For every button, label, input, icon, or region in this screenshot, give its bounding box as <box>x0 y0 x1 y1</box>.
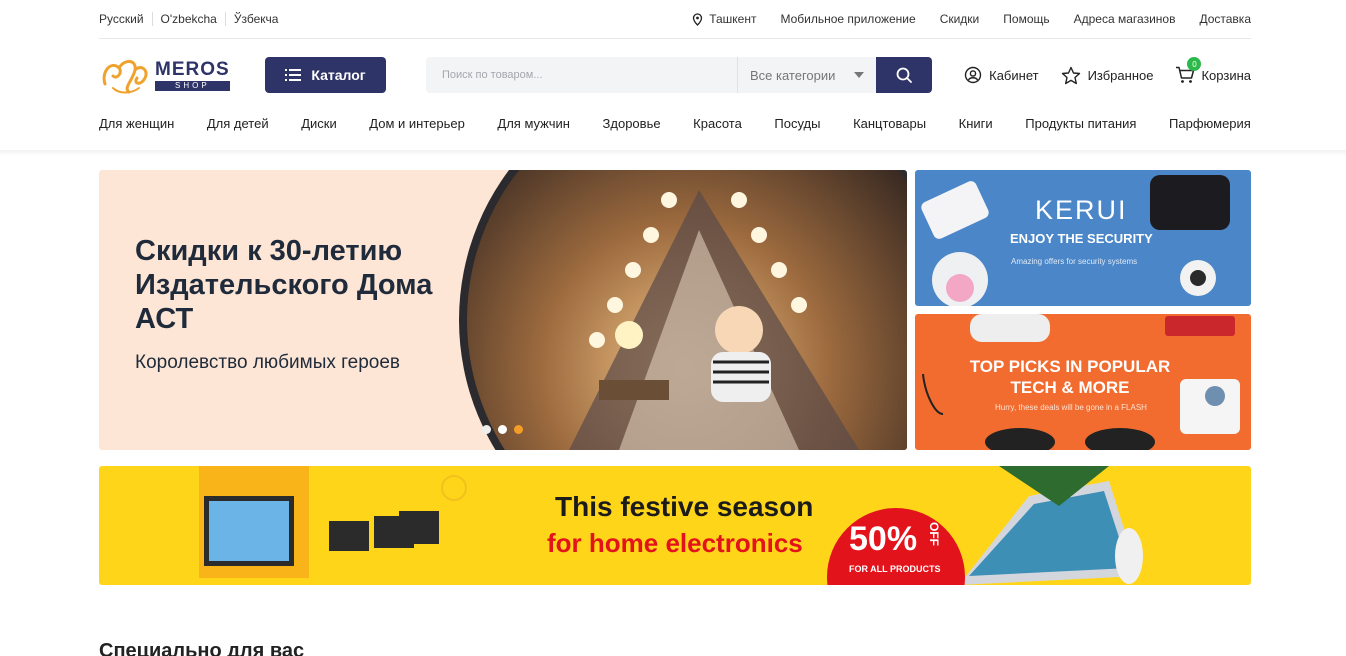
account-label: Кабинет <box>989 67 1039 83</box>
category-kids[interactable]: Для детей <box>207 116 269 131</box>
kerui-note: Amazing offers for security systems <box>1011 257 1138 266</box>
main-header: MEROS SHOP Каталог Все категории Кабинет… <box>99 39 1251 111</box>
category-discs[interactable]: Диски <box>301 116 337 131</box>
category-stationery[interactable]: Канцтовары <box>853 116 926 131</box>
category-food[interactable]: Продукты питания <box>1025 116 1136 131</box>
logo-text: MEROS SHOP <box>155 58 230 91</box>
star-icon <box>1061 66 1080 84</box>
cart-label: Корзина <box>1201 67 1251 83</box>
lang-russian[interactable]: Русский <box>99 12 152 26</box>
search-icon <box>896 67 912 83</box>
category-dishes[interactable]: Посуды <box>774 116 820 131</box>
section-title: Специально для вас <box>99 640 305 656</box>
language-switcher: Русский O'zbekcha Ўзбекча <box>99 12 286 26</box>
city-selector[interactable]: Ташкент <box>692 12 756 26</box>
logo-main-text: MEROS <box>155 58 230 80</box>
category-men[interactable]: Для мужчин <box>497 116 570 131</box>
hero-text: Скидки к 30-летию Издательского Дома АСТ… <box>135 234 455 374</box>
link-mobile-app[interactable]: Мобильное приложение <box>780 12 915 26</box>
lang-uzbek-cyrillic[interactable]: Ўзбекча <box>224 12 287 26</box>
slider-dot[interactable] <box>482 425 491 434</box>
list-menu-icon <box>285 69 302 81</box>
category-beauty[interactable]: Красота <box>693 116 742 131</box>
category-perfume[interactable]: Парфюмерия <box>1169 116 1251 131</box>
link-store-addresses[interactable]: Адреса магазинов <box>1074 12 1176 26</box>
catalog-button[interactable]: Каталог <box>265 57 386 93</box>
search-bar: Все категории <box>426 57 932 93</box>
hero-subtitle: Королевство любимых героев <box>135 352 401 373</box>
electronics-promo-banner[interactable]: This festive season for home electronics… <box>99 466 1251 585</box>
lang-uzbek-latin[interactable]: O'zbekcha <box>151 12 225 26</box>
slider-dot-active[interactable] <box>514 425 523 434</box>
tech-picks-title: TOP PICKS IN POPULAR TECH & MORE <box>969 357 1171 397</box>
header-shadow <box>0 150 1346 156</box>
kerui-title: KERUI <box>1035 195 1128 225</box>
cart-count-badge: 0 <box>1187 57 1202 71</box>
promo-subheadline: for home electronics <box>547 528 803 558</box>
category-books[interactable]: Книги <box>959 116 993 131</box>
link-discounts[interactable]: Скидки <box>940 12 980 26</box>
account-link[interactable]: Кабинет <box>964 66 1039 84</box>
user-icon <box>964 66 982 84</box>
discount-off: OFF <box>927 522 941 546</box>
logo-emblem-icon <box>102 60 148 94</box>
category-women[interactable]: Для женщин <box>99 116 174 131</box>
search-button[interactable] <box>876 57 932 93</box>
slider-dots <box>482 425 523 434</box>
category-home-interior[interactable]: Дом и интерьер <box>369 116 465 131</box>
promo-headline: This festive season <box>555 491 814 522</box>
favorites-link[interactable]: Избранное <box>1061 66 1154 85</box>
slider-dot[interactable] <box>498 425 507 434</box>
category-health[interactable]: Здоровье <box>603 116 661 131</box>
electronics-promo-image <box>199 466 1143 585</box>
favorites-label: Избранное <box>1087 67 1154 83</box>
discount-percent: 50% <box>849 520 918 558</box>
search-category-value: Все категории <box>750 67 836 83</box>
header-actions: Кабинет Избранное 0 Корзина <box>964 57 1251 85</box>
tech-picks-note: Hurry, these deals will be gone in a FLA… <box>995 403 1147 412</box>
city-name: Ташкент <box>709 12 757 26</box>
top-links: Ташкент Мобильное приложение Скидки Помо… <box>692 12 1251 26</box>
search-category-select[interactable]: Все категории <box>737 57 876 93</box>
catalog-label: Каталог <box>311 67 366 83</box>
logo-sub-text: SHOP <box>155 80 230 91</box>
link-delivery[interactable]: Доставка <box>1199 12 1251 26</box>
cart-link[interactable]: 0 Корзина <box>1175 57 1251 84</box>
top-bar: Русский O'zbekcha Ўзбекча Ташкент Мобиль… <box>99 0 1251 39</box>
kerui-banner[interactable]: KERUI ENJOY THE SECURITY Amazing offers … <box>915 170 1251 306</box>
category-nav: Для женщин Для детей Диски Дом и интерье… <box>99 111 1251 135</box>
caret-down-icon <box>854 72 864 78</box>
hero-slider[interactable]: Скидки к 30-летию Издательского Дома АСТ… <box>99 170 907 450</box>
hero-title: Скидки к 30-летию Издательского Дома АСТ <box>135 235 433 335</box>
logo[interactable]: MEROS SHOP <box>99 54 265 96</box>
kerui-subtitle: ENJOY THE SECURITY <box>1010 231 1153 246</box>
discount-note: FOR ALL PRODUCTS <box>849 564 941 574</box>
search-input[interactable] <box>426 57 737 93</box>
link-help[interactable]: Помощь <box>1003 12 1049 26</box>
tech-picks-banner[interactable]: TOP PICKS IN POPULAR TECH & MORE Hurry, … <box>915 314 1251 450</box>
location-pin-icon <box>693 12 703 26</box>
